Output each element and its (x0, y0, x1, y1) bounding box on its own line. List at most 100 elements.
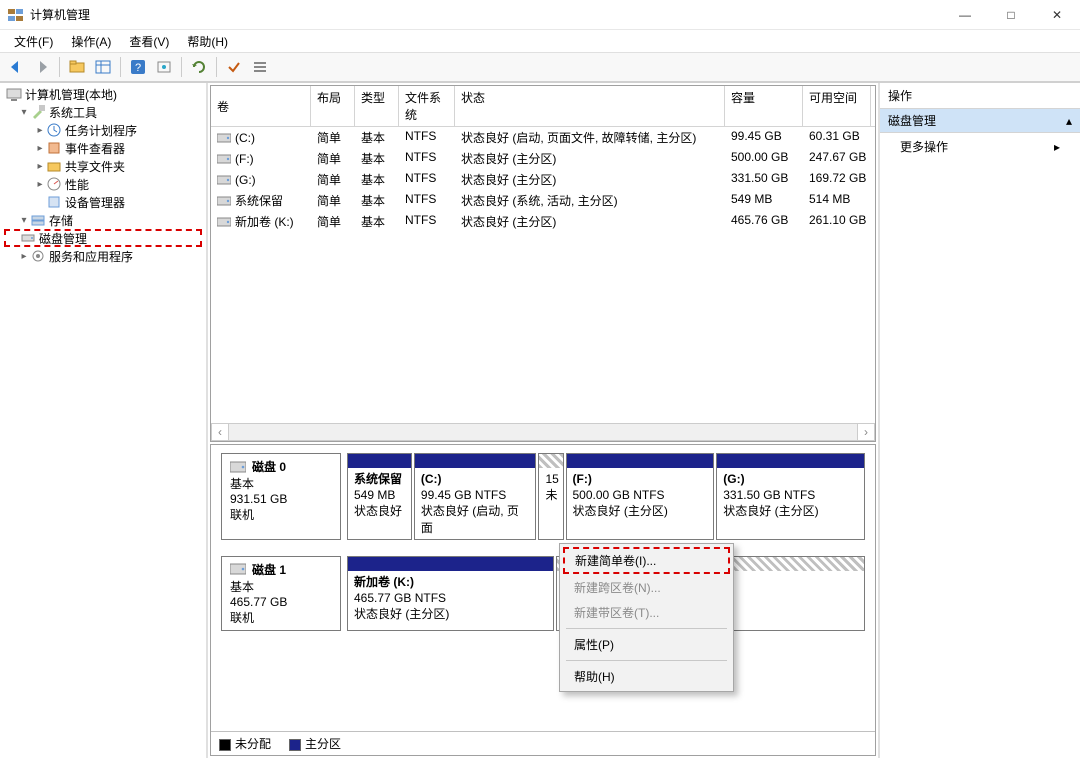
scroll-right-icon[interactable]: › (857, 423, 875, 441)
partition-name: 新加卷 (K:) (354, 574, 547, 590)
minimize-button[interactable]: — (942, 0, 988, 30)
partition[interactable]: (G:)331.50 GB NTFS状态良好 (主分区) (716, 453, 865, 540)
forward-button[interactable] (30, 55, 54, 79)
table-row[interactable]: 系统保留简单基本NTFS状态良好 (系统, 活动, 主分区)549 MB514 … (211, 190, 875, 211)
tree-item-events[interactable]: ▸ 事件查看器 (4, 139, 202, 157)
tree-item-perf[interactable]: ▸ 性能 (4, 175, 202, 193)
ctx-new-simple-volume[interactable]: 新建简单卷(I)... (563, 547, 730, 574)
disk-label[interactable]: 磁盘 0基本931.51 GB联机 (221, 453, 341, 540)
vol-fs: NTFS (399, 128, 455, 147)
settings-icon[interactable] (152, 55, 176, 79)
tree-item-diskmgmt[interactable]: ▸ 磁盘管理 (4, 229, 202, 247)
tree-item-devmgr[interactable]: ▸ 设备管理器 (4, 193, 202, 211)
legend: 未分配 主分区 (211, 731, 875, 755)
table-row[interactable]: (G:)简单基本NTFS状态良好 (主分区)331.50 GB169.72 GB (211, 169, 875, 190)
tree-services[interactable]: ▸ 服务和应用程序 (4, 247, 202, 265)
expand-icon: ▾ (18, 107, 30, 118)
disk-area: 磁盘 0基本931.51 GB联机系统保留549 MB状态良好(C:)99.45… (211, 445, 875, 639)
vol-type: 基本 (355, 128, 399, 147)
tree-root[interactable]: 计算机管理(本地) (4, 85, 202, 103)
actions-section[interactable]: 磁盘管理 ▴ (880, 109, 1080, 133)
refresh-icon[interactable] (187, 55, 211, 79)
vol-capacity: 549 MB (725, 191, 803, 210)
tree-item-shared[interactable]: ▸ 共享文件夹 (4, 157, 202, 175)
expand-icon: ▸ (34, 143, 46, 154)
partition-size: 465.77 GB NTFS (354, 590, 547, 606)
vol-fs: NTFS (399, 191, 455, 210)
nav-tree: 计算机管理(本地) ▾ 系统工具 ▸ 任务计划程序 ▸ 事件查看器 ▸ 共享文件… (0, 83, 208, 758)
scroll-left-icon[interactable]: ‹ (211, 423, 229, 441)
partition-size: 331.50 GB NTFS (723, 487, 858, 503)
col-capacity[interactable]: 容量 (725, 86, 803, 126)
partition[interactable]: (C:)99.45 GB NTFS状态良好 (启动, 页面 (414, 453, 537, 540)
back-button[interactable] (4, 55, 28, 79)
partition[interactable]: 新加卷 (K:)465.77 GB NTFS状态良好 (主分区) (347, 556, 554, 631)
ctx-help[interactable]: 帮助(H) (562, 664, 731, 689)
disk-status: 联机 (230, 609, 332, 626)
tree-diskmgmt-label: 磁盘管理 (39, 230, 87, 247)
scroll-track[interactable] (229, 423, 857, 441)
menu-file[interactable]: 文件(F) (6, 31, 61, 52)
vol-capacity: 465.76 GB (725, 212, 803, 231)
col-fs[interactable]: 文件系统 (399, 86, 455, 126)
table-row[interactable]: 新加卷 (K:)简单基本NTFS状态良好 (主分区)465.76 GB261.1… (211, 211, 875, 232)
list-icon[interactable] (248, 55, 272, 79)
vol-capacity: 500.00 GB (725, 149, 803, 168)
disk-icon (230, 563, 246, 575)
vol-status: 状态良好 (主分区) (455, 170, 725, 189)
vol-status: 状态良好 (主分区) (455, 149, 725, 168)
tools-icon (30, 104, 46, 120)
partition-size: 500.00 GB NTFS (573, 487, 708, 503)
legend-unalloc: 未分配 (219, 735, 271, 752)
col-volume[interactable]: 卷 (211, 86, 311, 126)
more-actions-button[interactable]: 更多操作 ▸ (880, 133, 1080, 160)
help-question-icon[interactable]: ? (126, 55, 150, 79)
partition-unallocated[interactable]: 15未 (538, 453, 563, 540)
menu-view[interactable]: 查看(V) (121, 31, 177, 52)
partition-bar (348, 454, 411, 468)
table-row[interactable]: (F:)简单基本NTFS状态良好 (主分区)500.00 GB247.67 GB (211, 148, 875, 169)
ctx-new-spanned-volume: 新建跨区卷(N)... (562, 575, 731, 600)
expand-icon: ▸ (34, 179, 46, 190)
expand-right-icon: ▸ (1054, 140, 1060, 154)
menu-help[interactable]: 帮助(H) (179, 31, 236, 52)
disk-icon (230, 461, 246, 473)
disk-row: 磁盘 0基本931.51 GB联机系统保留549 MB状态良好(C:)99.45… (211, 445, 875, 548)
disk-size: 931.51 GB (230, 492, 332, 506)
tree-root-label: 计算机管理(本地) (25, 86, 117, 103)
col-layout[interactable]: 布局 (311, 86, 355, 126)
disk-label[interactable]: 磁盘 1基本465.77 GB联机 (221, 556, 341, 631)
tree-storage[interactable]: ▾ 存储 (4, 211, 202, 229)
h-scrollbar[interactable]: ‹ › (211, 423, 875, 441)
more-actions-label: 更多操作 (900, 138, 948, 155)
disk-name: 磁盘 0 (252, 458, 286, 475)
tree-events-label: 事件查看器 (65, 140, 125, 157)
vol-name: 新加卷 (K:) (235, 213, 294, 230)
drive-icon (217, 175, 231, 185)
expand-icon: ▸ (34, 161, 46, 172)
ctx-properties[interactable]: 属性(P) (562, 632, 731, 657)
vol-status: 状态良好 (系统, 活动, 主分区) (455, 191, 725, 210)
volume-table: 卷 布局 类型 文件系统 状态 容量 可用空间 (C:)简单基本NTFS状态良好… (210, 85, 876, 442)
vol-fs: NTFS (399, 212, 455, 231)
tree-storage-label: 存储 (49, 212, 73, 229)
col-type[interactable]: 类型 (355, 86, 399, 126)
close-button[interactable]: ✕ (1034, 0, 1080, 30)
partition-status: 状态良好 (启动, 页面 (421, 503, 530, 535)
col-status[interactable]: 状态 (455, 86, 725, 126)
view-icon[interactable] (91, 55, 115, 79)
col-free[interactable]: 可用空间 (803, 86, 871, 126)
tree-item-tasks[interactable]: ▸ 任务计划程序 (4, 121, 202, 139)
check-icon[interactable] (222, 55, 246, 79)
tree-sysitem[interactable]: ▾ 系统工具 (4, 103, 202, 121)
partition[interactable]: 系统保留549 MB状态良好 (347, 453, 412, 540)
maximize-button[interactable]: □ (988, 0, 1034, 30)
table-row[interactable]: (C:)简单基本NTFS状态良好 (启动, 页面文件, 故障转储, 主分区)99… (211, 127, 875, 148)
vol-status: 状态良好 (主分区) (455, 212, 725, 231)
actions-section-label: 磁盘管理 (888, 112, 936, 129)
partition[interactable]: (F:)500.00 GB NTFS状态良好 (主分区) (566, 453, 715, 540)
partition-name: (F:) (573, 471, 708, 487)
menu-action[interactable]: 操作(A) (63, 31, 119, 52)
computer-icon (6, 86, 22, 102)
folder-icon[interactable] (65, 55, 89, 79)
